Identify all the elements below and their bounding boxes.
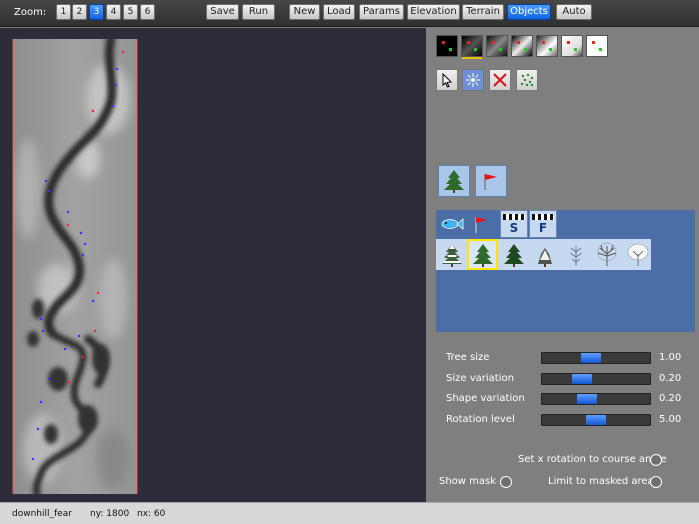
- status-bar: downhill_fear ny: 1800 nx: 60: [0, 502, 699, 524]
- objects-side-panel: S F Tree size 1.00 Size variation 0.20 S…: [426, 28, 699, 502]
- pine-tree-icon: [472, 243, 493, 267]
- snow-bush-icon: [537, 247, 552, 267]
- zoom-4-button[interactable]: 4: [106, 4, 121, 20]
- tree-size-value: 1.00: [659, 352, 682, 363]
- current-tree-object-button[interactable]: [438, 165, 470, 197]
- red-flag-icon: [484, 174, 497, 190]
- set-x-rotation-label: Set x rotation to course angle: [518, 454, 667, 465]
- set-x-rotation-radio[interactable]: [650, 454, 662, 466]
- slider-thumb[interactable]: [572, 374, 592, 384]
- fish-category-tab[interactable]: [438, 210, 466, 238]
- shape-variation-value: 0.20: [659, 393, 682, 404]
- brush-swatch-mid-light[interactable]: [536, 35, 558, 57]
- tree-size-label: Tree size: [446, 352, 490, 363]
- current-flag-object-button[interactable]: [475, 165, 507, 197]
- place-object-tool[interactable]: [462, 69, 484, 91]
- auto-button[interactable]: Auto: [556, 4, 592, 20]
- elevation-button[interactable]: Elevation: [407, 4, 460, 20]
- pine-tree-option-selected[interactable]: [467, 239, 498, 270]
- run-button[interactable]: Run: [242, 4, 275, 20]
- bare-sapling-option[interactable]: [560, 239, 591, 270]
- object-library-panel: S F: [436, 210, 695, 332]
- terrain-heightmap: [13, 39, 137, 494]
- brush-swatch-light[interactable]: [561, 35, 583, 57]
- scatter-objects-tool[interactable]: [516, 69, 538, 91]
- zoom-6-button[interactable]: 6: [140, 4, 155, 20]
- zoom-label: Zoom:: [14, 7, 47, 18]
- brush-swatch-black[interactable]: [436, 35, 458, 57]
- dark-pine-tree-icon: [503, 243, 524, 267]
- snowy-tree-icon: [627, 243, 648, 266]
- start-label: S: [509, 220, 519, 235]
- brush-swatch-dark[interactable]: [461, 35, 483, 57]
- zoom-2-button[interactable]: 2: [72, 4, 87, 20]
- shape-variation-label: Shape variation: [446, 393, 525, 404]
- select-pointer-tool[interactable]: [436, 69, 458, 91]
- size-variation-label: Size variation: [446, 373, 514, 384]
- objects-button[interactable]: Objects: [507, 4, 551, 20]
- zoom-5-button[interactable]: 5: [123, 4, 138, 20]
- save-button[interactable]: Save: [206, 4, 239, 20]
- show-mask-label: Show mask: [439, 476, 497, 487]
- dark-pine-tree-option[interactable]: [498, 239, 529, 270]
- pointer-icon: [442, 72, 453, 88]
- snow-bush-option[interactable]: [529, 239, 560, 270]
- pine-tree-icon: [444, 170, 464, 193]
- limit-mask-label: Limit to masked area: [548, 476, 654, 487]
- red-x-icon: [493, 73, 507, 87]
- checkered-flag-icon: [532, 213, 554, 220]
- rotation-level-value: 5.00: [659, 414, 682, 425]
- finish-category-tab[interactable]: F: [529, 210, 557, 238]
- tree-size-slider[interactable]: [541, 352, 651, 364]
- params-button[interactable]: Params: [359, 4, 404, 20]
- bare-deciduous-tree-option[interactable]: [591, 239, 622, 270]
- fish-icon: [441, 218, 464, 230]
- checkered-flag-icon: [503, 213, 525, 220]
- terrain-button[interactable]: Terrain: [462, 4, 504, 20]
- brush-swatch-white[interactable]: [586, 35, 608, 57]
- slider-thumb[interactable]: [586, 415, 606, 425]
- size-variation-value: 0.20: [659, 373, 682, 384]
- load-button[interactable]: Load: [323, 4, 355, 20]
- size-variation-slider[interactable]: [541, 373, 651, 385]
- flag-icon: [475, 217, 487, 233]
- flag-category-tab[interactable]: [468, 210, 496, 238]
- nx-readout: nx: 60: [137, 509, 166, 519]
- top-toolbar: Zoom: 1 2 3 4 5 6 Save Run New Load Para…: [0, 0, 699, 27]
- sparkle-icon: [466, 73, 480, 87]
- bare-tree-icon: [597, 242, 616, 266]
- zoom-3-button[interactable]: 3: [89, 4, 104, 20]
- brush-swatch-mid-dark[interactable]: [486, 35, 508, 57]
- limit-mask-radio[interactable]: [650, 476, 662, 488]
- tree-object-row: [436, 239, 651, 270]
- map-canvas-area[interactable]: [0, 28, 426, 502]
- start-category-tab[interactable]: S: [500, 210, 528, 238]
- show-mask-radio[interactable]: [500, 476, 512, 488]
- rotation-level-label: Rotation level: [446, 414, 515, 425]
- course-map[interactable]: [12, 39, 138, 494]
- zoom-1-button[interactable]: 1: [56, 4, 71, 20]
- brush-swatch-mid[interactable]: [511, 35, 533, 57]
- snowy-deciduous-tree-option[interactable]: [622, 239, 653, 270]
- bare-sapling-icon: [569, 245, 582, 266]
- finish-label: F: [538, 220, 548, 235]
- delete-object-tool[interactable]: [489, 69, 511, 91]
- shape-variation-slider[interactable]: [541, 393, 651, 405]
- slider-thumb[interactable]: [581, 353, 601, 363]
- snowy-pine-tree-icon: [441, 243, 462, 267]
- rotation-level-slider[interactable]: [541, 414, 651, 426]
- scatter-dots-icon: [520, 73, 534, 87]
- slider-thumb[interactable]: [577, 394, 597, 404]
- snowy-pine-tree-option[interactable]: [436, 239, 467, 270]
- course-name: downhill_fear: [12, 509, 72, 519]
- ny-readout: ny: 1800: [90, 509, 130, 519]
- new-button[interactable]: New: [289, 4, 320, 20]
